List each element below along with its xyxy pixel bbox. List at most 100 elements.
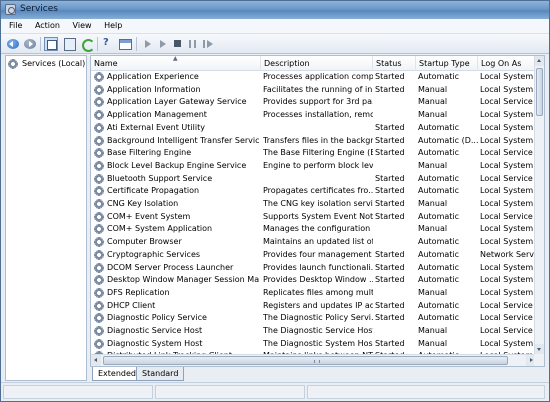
service-name: DCOM Server Process Launcher [107,262,234,272]
status-pane [3,385,153,399]
vertical-scroll-thumb[interactable] [536,68,543,116]
column-header-log-on-as[interactable]: Log On As [478,56,536,71]
service-name: Computer Browser [107,237,182,247]
service-startup-type: Manual [418,287,448,297]
service-startup-type: Automatic [418,173,460,183]
table-row[interactable]: Diagnostic System Host The Diagnostic Sys… [91,338,536,351]
gear-icon [94,262,104,273]
gear-icon [94,110,104,121]
table-row[interactable]: Bluetooth Support Service Started Automati… [91,173,536,186]
table-row[interactable]: Cryptographic Services Provides four mana… [91,249,536,262]
service-startup-type: Automatic [418,72,460,81]
table-row[interactable]: DCOM Server Process Launcher Provides lau… [91,262,536,275]
table-row[interactable]: Application Experience Processes applicat… [91,71,536,84]
start-service-icon[interactable] [141,37,155,51]
service-log-on-as: Local System [480,338,534,348]
service-name: Certificate Propagation [107,186,200,196]
scroll-up-icon[interactable] [535,56,544,66]
service-rows: Application Experience Processes applicat… [91,71,536,354]
service-status: Started [375,135,405,145]
table-row[interactable]: Block Level Backup Engine Service Engine … [91,160,536,173]
column-header-startup-type[interactable]: Startup Type [416,56,478,71]
service-startup-type: Manual [418,84,448,94]
table-row[interactable]: Diagnostic Service Host The Diagnostic Se… [91,325,536,338]
console-tree-icon[interactable] [44,37,58,51]
service-status: Started [375,199,405,208]
menu-action[interactable]: Action [30,19,65,34]
service-name: Application Information [107,84,201,94]
restart-service-icon[interactable] [201,37,215,51]
table-row[interactable]: COM+ Event System Supports System Event N… [91,211,536,224]
gear-icon [94,148,104,159]
tab-extended[interactable]: Extended [92,367,142,381]
table-row[interactable]: DFS Replication Replicates files among mu… [91,287,536,300]
table-row[interactable]: Diagnostic Policy Service The Diagnostic … [91,312,536,325]
service-startup-type: Manual [418,224,448,234]
service-startup-type: Automatic (D... [418,135,478,145]
table-row[interactable]: Application Information Facilitates the r… [91,84,536,97]
service-status: Started [375,249,405,259]
service-name: Bluetooth Support Service [107,173,213,183]
table-row[interactable]: Application Layer Gateway Service Provide… [91,96,536,109]
menu-help[interactable]: Help [99,19,127,34]
pause-service-icon[interactable] [186,37,200,51]
forward-icon[interactable] [23,37,37,51]
scroll-down-icon[interactable] [535,344,544,354]
table-row[interactable]: Background Intelligent Transfer Service T… [91,135,536,148]
start-service-alt-icon[interactable] [156,37,170,51]
service-description: Transfers files in the backgr... [263,135,373,145]
service-log-on-as: Local System [480,135,534,145]
table-row[interactable]: Base Filtering Engine The Base Filtering … [91,147,536,160]
service-name: CNG Key Isolation [107,199,179,208]
service-log-on-as: Local System [480,287,534,297]
table-row[interactable]: Certificate Propagation Propagates certif… [91,185,536,198]
service-description: Processes installation, remo... [263,110,373,120]
service-log-on-as: Local System [480,122,534,132]
menu-view[interactable]: View [68,19,97,34]
column-header-name[interactable]: ▲ Name [91,56,261,71]
table-row[interactable]: Desktop Window Manager Session Mana... Pr… [91,274,536,287]
column-header-label: Description [264,59,310,68]
table-row[interactable]: CNG Key Isolation The CNG key isolation s… [91,198,536,211]
service-startup-type: Automatic [418,186,460,196]
service-status: Started [375,313,405,323]
service-status: Started [375,148,405,158]
stop-service-icon[interactable] [171,37,185,51]
help-icon[interactable] [101,37,115,51]
tab-standard[interactable]: Standard [136,367,185,381]
service-name: Diagnostic Policy Service [107,313,207,323]
gear-icon [94,237,104,248]
gear-icon [94,173,104,184]
status-pane [307,385,545,399]
table-row[interactable]: COM+ System Application Manages the confi… [91,223,536,236]
service-name: Application Layer Gateway Service [107,97,247,107]
show-hide-icon[interactable] [63,37,77,51]
service-name: DHCP Client [107,300,156,310]
table-row[interactable]: DHCP Client Registers and updates IP ad..… [91,300,536,313]
service-log-on-as: Local System [480,84,534,94]
tree-item-label: Services (Local) [22,59,86,68]
table-row[interactable]: Ati External Event Utility Started Automat… [91,122,536,135]
properties-icon[interactable] [118,37,132,51]
refresh-icon[interactable] [80,37,95,52]
service-log-on-as: Network Servic [480,249,536,259]
table-row[interactable]: Application Management Processes installa… [91,109,536,122]
back-icon[interactable] [6,37,20,51]
service-status: Started [375,84,405,94]
service-status: Started [375,275,405,285]
column-header-status[interactable]: Status [373,56,416,71]
vertical-scrollbar[interactable] [534,56,544,354]
column-header-description[interactable]: Description [261,56,373,71]
menu-file[interactable]: File [1,19,27,34]
services-app-icon [5,4,16,15]
service-status: Started [375,122,405,132]
service-name: Cryptographic Services [107,249,201,259]
service-name: COM+ Event System [107,211,191,221]
title-bar[interactable]: Services [1,1,549,19]
scroll-left-icon[interactable] [91,355,101,366]
horizontal-scroll-thumb[interactable] [103,356,508,365]
horizontal-scrollbar[interactable] [91,354,536,366]
service-startup-type: Automatic [418,275,460,285]
gear-icon [94,97,104,108]
table-row[interactable]: Computer Browser Maintains an updated lis… [91,236,536,249]
